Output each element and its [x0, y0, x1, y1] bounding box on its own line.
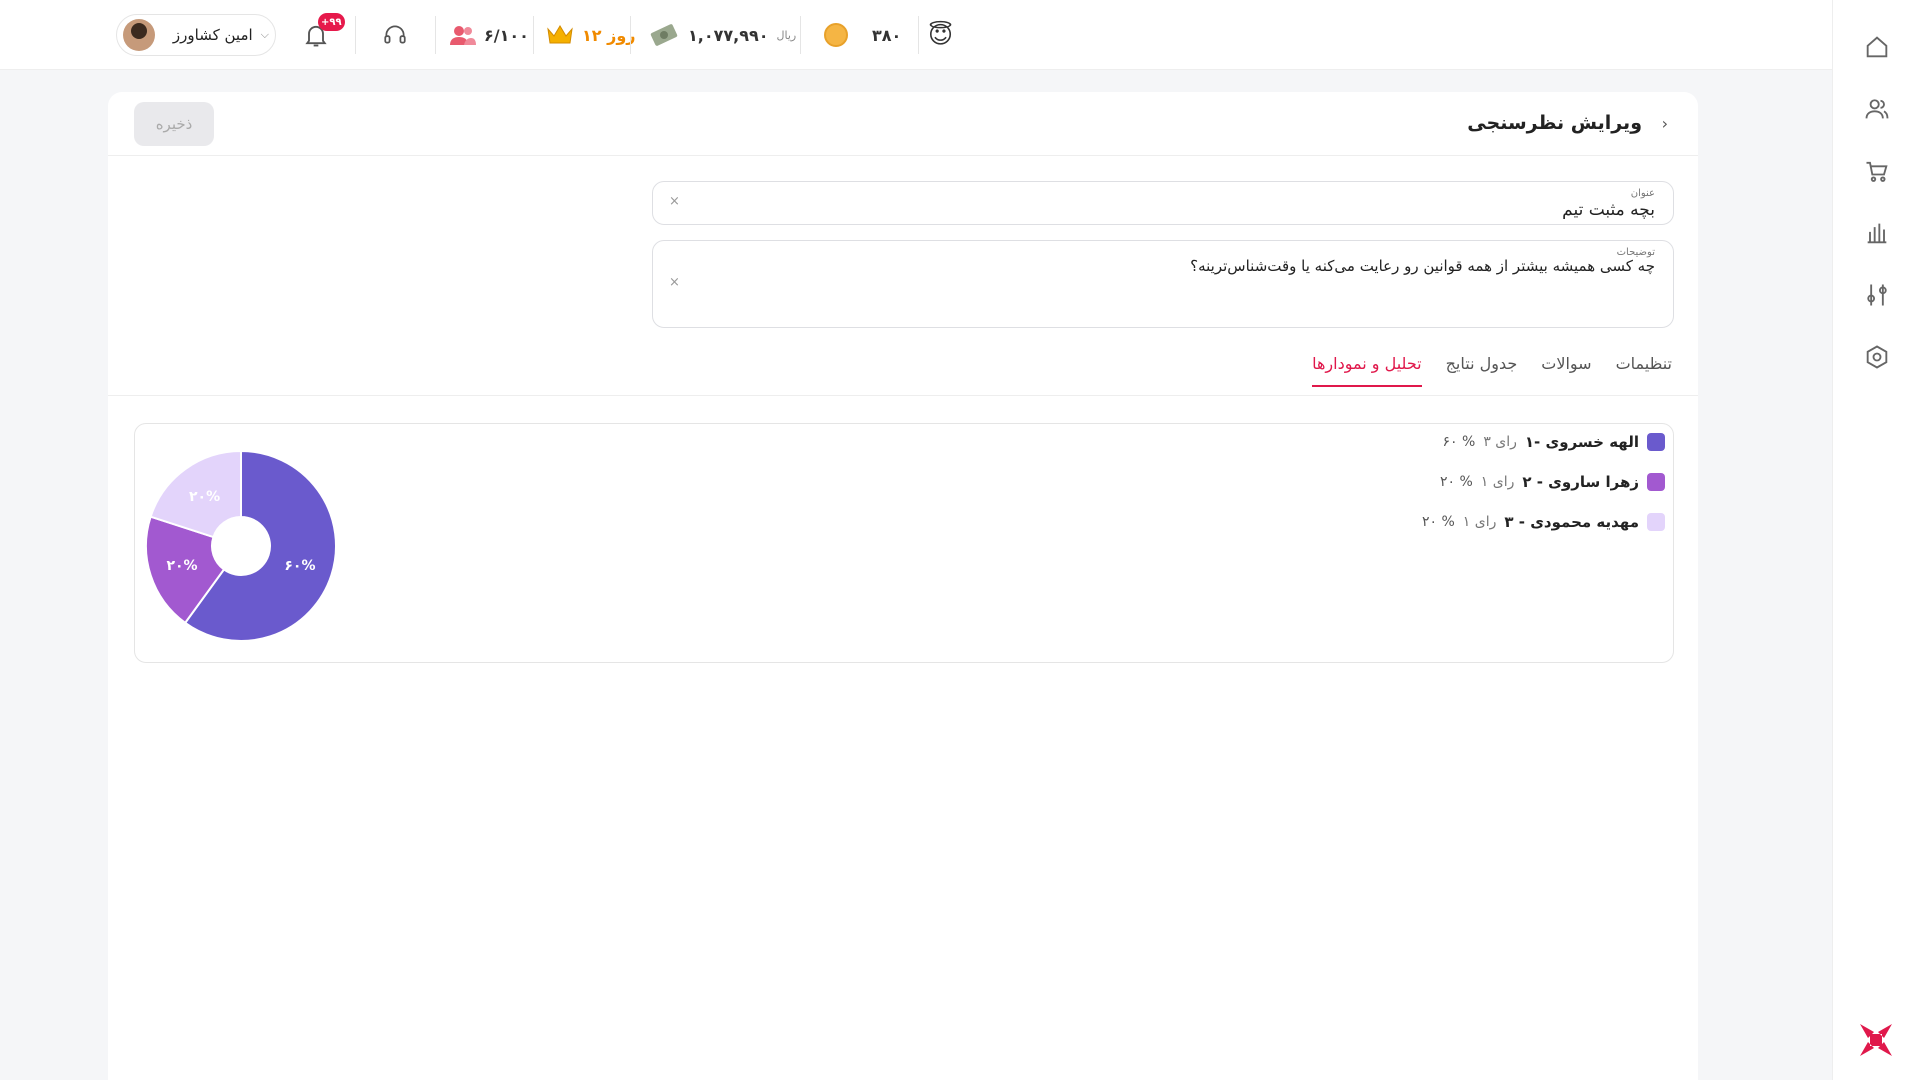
users-icon: [1865, 99, 1888, 119]
legend-item: ۲ - زهرا ساروی ۱ رای ۲۰ %: [1422, 472, 1665, 492]
legend-votes: ۱ رای: [1462, 514, 1497, 530]
save-button[interactable]: ذخیره: [134, 102, 214, 146]
legend-swatch: [1647, 433, 1665, 451]
tab-analysis-charts[interactable]: تحلیل و نمودارها: [1312, 354, 1422, 387]
pie-slice-label: ۶۰%: [284, 558, 315, 574]
divider: [533, 16, 534, 54]
members-icon: [450, 26, 476, 45]
sidebar-reports-button[interactable]: [1857, 213, 1897, 253]
user-menu[interactable]: امین کشاورز ⌵: [116, 14, 276, 56]
tab-settings[interactable]: تنظیمات: [1616, 354, 1672, 387]
subscription-days[interactable]: ۱۲ روز: [546, 0, 635, 70]
legend-swatch: [1647, 473, 1665, 491]
topbar: امین کشاورز ⌵ +۹۹ ۶/۱۰۰ ۱۲ روز ۱,۰۷۷,۹۹۰…: [0, 0, 1832, 70]
divider: [918, 16, 919, 54]
legend-percent: ۲۰ %: [1421, 514, 1455, 530]
settings-sliders-icon: [1866, 284, 1887, 306]
tabs: تنظیمات سوالات جدول نتایج تحلیل و نمودار…: [1312, 354, 1672, 387]
legend-label: ۱- الهه خسروی: [1524, 433, 1639, 451]
app-logo: [1860, 1024, 1892, 1056]
sidebar-settings-button[interactable]: [1857, 337, 1897, 377]
legend-votes: ۱ رای: [1480, 474, 1515, 490]
currency-label: ریال: [776, 28, 797, 42]
legend-votes: ۳ رای: [1483, 434, 1517, 450]
title-field-label: عنوان: [1630, 188, 1655, 199]
notifications-badge: +۹۹: [318, 13, 345, 31]
home-icon: [1866, 36, 1887, 58]
balance-amount: ۱,۰۷۷,۹۹۰: [688, 25, 769, 45]
chart-panel: ۱- الهه خسروی ۳ رای ۶۰ % ۲ - زهرا ساروی …: [134, 423, 1674, 663]
main-card: › ویرایش نظرسنجی ذخیره عنوان بچه مثبت تی…: [108, 92, 1698, 1080]
hexagon-icon: [1866, 345, 1887, 369]
cart-icon: [1866, 161, 1888, 182]
money-icon: [650, 24, 678, 46]
user-name: امین کشاورز: [172, 26, 253, 44]
sidebar-tools-button[interactable]: [1857, 275, 1897, 315]
avatar: [123, 19, 155, 51]
days-remaining: ۱۲ روز: [582, 25, 636, 45]
donut-chart: ۶۰% ۲۰% ۲۰%: [145, 449, 337, 642]
members-counter[interactable]: ۶/۱۰۰: [450, 0, 529, 70]
legend-item: ۳ - مهدیه محمودی ۱ رای ۲۰ %: [1422, 512, 1665, 532]
sidebar-home-button[interactable]: [1857, 27, 1897, 67]
legend-item: ۱- الهه خسروی ۳ رای ۶۰ %: [1422, 432, 1665, 452]
description-field-value: چه کسی همیشه بیشتر از همه قوانین رو رعای…: [1190, 257, 1655, 275]
tabs-divider: [108, 395, 1698, 396]
legend-percent: ۶۰ %: [1442, 434, 1476, 450]
legend-label: ۲ - زهرا ساروی: [1522, 473, 1639, 491]
title-field[interactable]: عنوان بچه مثبت تیم ×: [652, 181, 1674, 225]
pie-slice-label: ۲۰%: [166, 558, 197, 574]
wallet-balance[interactable]: ۱,۰۷۷,۹۹۰ ریال: [650, 0, 796, 70]
coins-counter[interactable]: ۳۸۰: [824, 0, 901, 70]
sidebar-users-button[interactable]: [1857, 89, 1897, 129]
card-header: › ویرایش نظرسنجی ذخیره: [108, 92, 1698, 156]
legend-swatch: [1647, 513, 1665, 531]
members-count: ۶/۱۰۰: [484, 25, 529, 45]
sidebar: [1832, 0, 1920, 1080]
headset-icon: [384, 25, 406, 44]
support-button[interactable]: [382, 0, 408, 70]
back-chevron-icon[interactable]: ›: [1662, 114, 1668, 133]
tab-results-table[interactable]: جدول نتایج: [1446, 354, 1518, 387]
chart-icon: [1867, 223, 1886, 244]
legend-percent: ۲۰ %: [1439, 474, 1473, 490]
page-title: ویرایش نظرسنجی: [1467, 112, 1642, 134]
divider: [435, 16, 436, 54]
coins-count: ۳۸۰: [872, 25, 902, 45]
divider: [355, 16, 356, 54]
divider: [630, 16, 631, 54]
coin-icon: [824, 23, 848, 47]
divider: [800, 16, 801, 54]
description-field[interactable]: توضیحات چه کسی همیشه بیشتر از همه قوانین…: [652, 240, 1674, 328]
chart-legend: ۱- الهه خسروی ۳ رای ۶۰ % ۲ - زهرا ساروی …: [1422, 432, 1665, 532]
mood-emoji[interactable]: 😇: [928, 0, 953, 70]
clear-description-icon[interactable]: ×: [669, 275, 680, 290]
legend-label: ۳ - مهدیه محمودی: [1504, 513, 1639, 531]
pie-slice-label: ۲۰%: [189, 489, 220, 505]
tab-questions[interactable]: سوالات: [1541, 354, 1591, 387]
chevron-down-icon: ⌵: [260, 28, 269, 41]
sidebar-shop-button[interactable]: [1857, 151, 1897, 191]
title-field-value: بچه مثبت تیم: [1562, 200, 1655, 220]
crown-icon: [547, 25, 573, 44]
clear-title-icon[interactable]: ×: [669, 194, 680, 209]
